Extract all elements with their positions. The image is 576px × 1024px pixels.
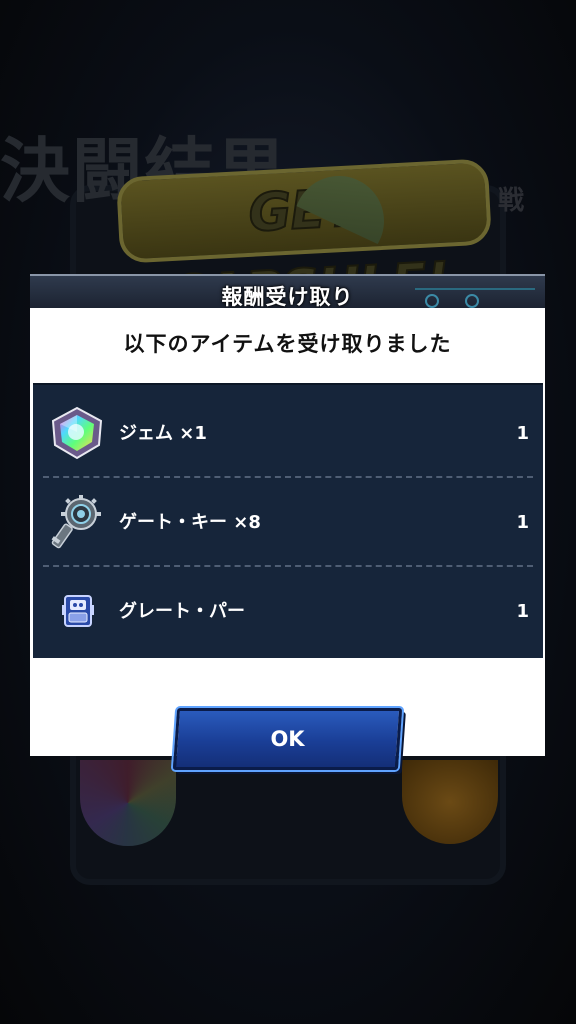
item-name: グレート・パー bbox=[119, 601, 245, 622]
item-count: 1 bbox=[516, 601, 529, 622]
gate-key-icon bbox=[49, 494, 105, 550]
get-capsule-banner: GET CAPSULE! bbox=[116, 158, 492, 327]
battle-label: 戦 bbox=[498, 186, 525, 216]
gem-icon bbox=[49, 405, 105, 461]
reward-dialog: 報酬受け取り 以下のアイテムを受け取りました ジェム ×1 1 ゲート・キー ×… bbox=[30, 274, 545, 770]
item-name: ジェム ×1 bbox=[119, 423, 207, 444]
ok-button-label: OK bbox=[270, 727, 305, 751]
ok-button[interactable]: OK bbox=[172, 708, 403, 770]
received-message: 以下のアイテムを受け取りました bbox=[123, 332, 452, 356]
great-pa-card-icon bbox=[49, 583, 105, 639]
item-count: 1 bbox=[516, 423, 529, 444]
dialog-header: 報酬受け取り bbox=[30, 274, 545, 310]
dialog-body: 以下のアイテムを受け取りました ジェム ×1 1 ゲート・キー ×8 1 グレー… bbox=[30, 308, 545, 770]
divider bbox=[43, 565, 533, 567]
reward-item-list: ジェム ×1 1 ゲート・キー ×8 1 グレート・パー 1 bbox=[33, 383, 543, 658]
list-item: グレート・パー 1 bbox=[45, 568, 533, 656]
item-count: 1 bbox=[516, 512, 529, 533]
list-item: ゲート・キー ×8 1 bbox=[45, 479, 533, 567]
result-title-area: 決闘結果 GET CAPSULE! 戦 bbox=[0, 60, 576, 327]
list-item: ジェム ×1 1 bbox=[45, 390, 533, 478]
item-name: ゲート・キー ×8 bbox=[119, 512, 261, 533]
divider bbox=[43, 476, 533, 478]
